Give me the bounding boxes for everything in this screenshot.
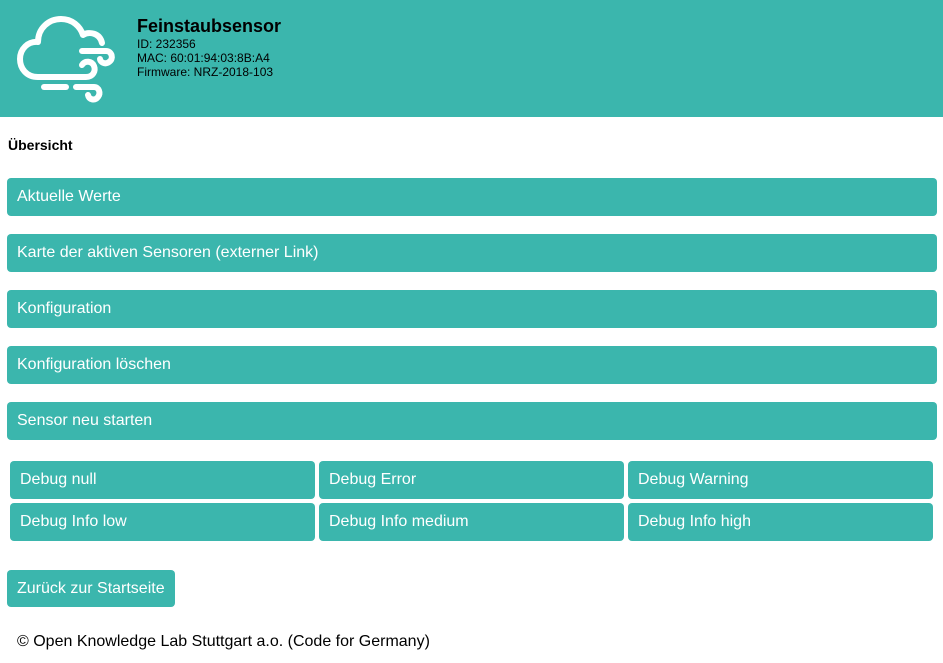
sensor-info: Feinstaubsensor ID: 232356 MAC: 60:01:94… bbox=[137, 15, 281, 79]
sensor-mac: MAC: 60:01:94:03:8B:A4 bbox=[137, 51, 270, 65]
debug-warning-button[interactable]: Debug Warning bbox=[628, 461, 933, 499]
header-title: Feinstaubsensor bbox=[137, 16, 282, 36]
footer-copyright: © Open Knowledge Lab Stuttgart a.o. (Cod… bbox=[17, 633, 430, 650]
configuration-button[interactable]: Konfiguration bbox=[7, 290, 937, 328]
debug-error-button[interactable]: Debug Error bbox=[319, 461, 624, 499]
debug-info-high-button[interactable]: Debug Info high bbox=[628, 503, 933, 541]
current-values-button[interactable]: Aktuelle Werte bbox=[7, 178, 937, 216]
delete-configuration-button[interactable]: Konfiguration löschen bbox=[7, 346, 937, 384]
sensor-id: ID: 232356 bbox=[137, 37, 196, 51]
debug-info-low-button[interactable]: Debug Info low bbox=[10, 503, 315, 541]
sensor-map-button[interactable]: Karte der aktiven Sensoren (externer Lin… bbox=[7, 234, 937, 272]
header: Feinstaubsensor ID: 232356 MAC: 60:01:94… bbox=[0, 0, 943, 117]
back-to-start-button[interactable]: Zurück zur Startseite bbox=[7, 570, 175, 607]
cloud-wind-icon bbox=[17, 16, 115, 103]
sensor-firmware: Firmware: NRZ-2018-103 bbox=[137, 65, 274, 79]
restart-sensor-button[interactable]: Sensor neu starten bbox=[7, 402, 937, 440]
debug-null-button[interactable]: Debug null bbox=[10, 461, 315, 499]
debug-info-medium-button[interactable]: Debug Info medium bbox=[319, 503, 624, 541]
page-title: Übersicht bbox=[8, 137, 73, 153]
